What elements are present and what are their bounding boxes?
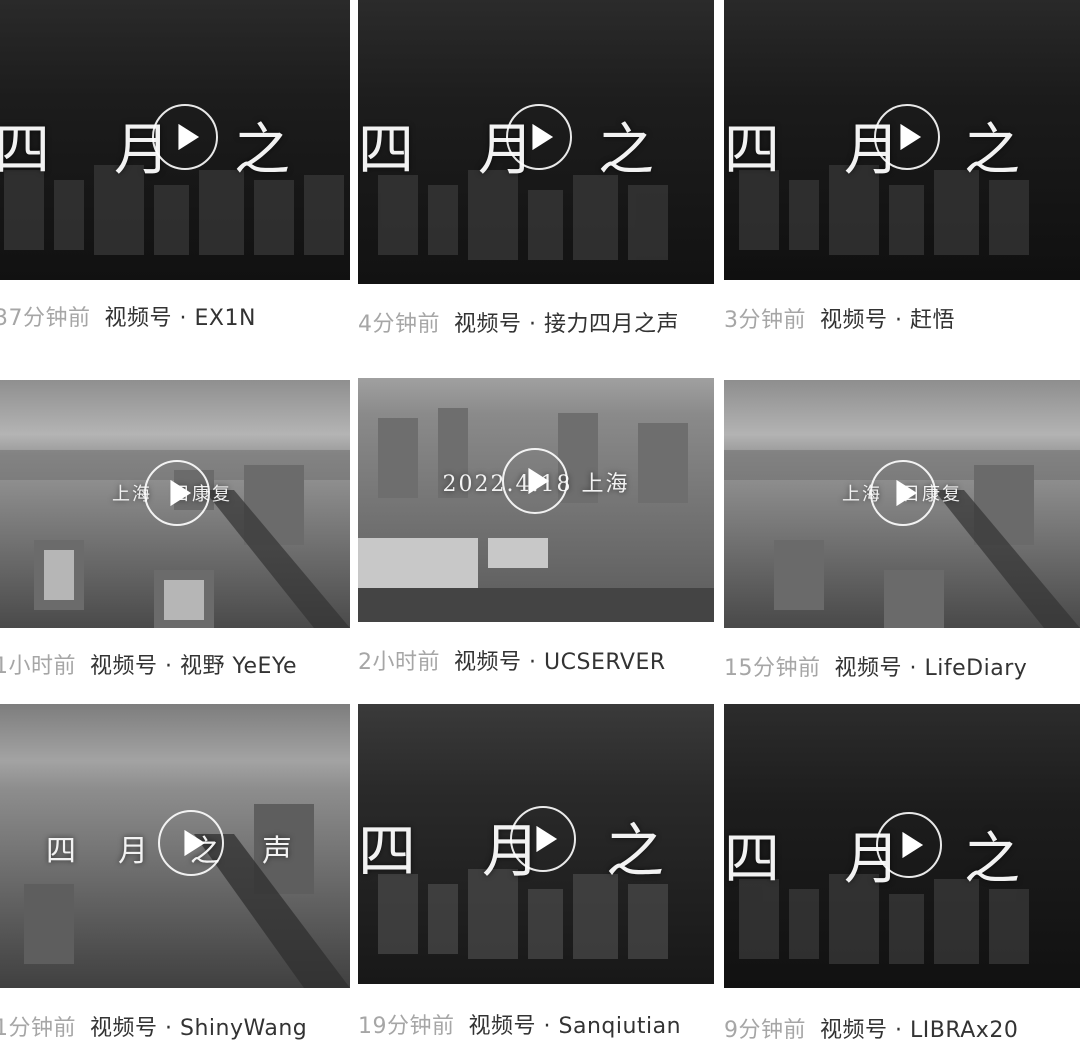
video-thumbnail[interactable]: 上海 日康复 bbox=[0, 380, 350, 628]
channel-source[interactable]: 视频号 bbox=[105, 306, 173, 331]
play-button[interactable] bbox=[510, 806, 576, 872]
video-card[interactable]: 2022.4.18 上海 2小时前 视频号 · UCSERVER bbox=[358, 378, 714, 723]
meta-separator: · bbox=[529, 312, 537, 337]
meta-separator: · bbox=[909, 656, 918, 681]
channel-source[interactable]: 视频号 bbox=[469, 1014, 537, 1039]
video-card[interactable]: 四 月 之 声 37分钟前视频号 · EX1N bbox=[0, 0, 350, 345]
play-button[interactable] bbox=[874, 104, 940, 170]
video-card[interactable]: 四 月 之 声 3分钟前视频号 · 赶悟 bbox=[724, 0, 1080, 345]
video-thumbnail[interactable]: 四 月 之 声 bbox=[724, 704, 1080, 988]
author-name[interactable]: 赶悟 bbox=[910, 308, 955, 333]
author-name[interactable]: EX1N bbox=[195, 306, 256, 331]
channel-source[interactable]: 视频号 bbox=[90, 1016, 158, 1041]
post-time: 4分钟前 bbox=[358, 312, 440, 337]
play-button[interactable] bbox=[158, 810, 224, 876]
video-card[interactable]: 四 月 之 声 9分钟前视频号 · LIBRAx20 bbox=[724, 704, 1080, 1049]
author-name[interactable]: LIBRAx20 bbox=[910, 1018, 1018, 1043]
meta-separator: · bbox=[179, 306, 188, 331]
channel-source[interactable]: 视频号 bbox=[90, 654, 158, 679]
video-meta: 2小时前 视频号 · UCSERVER bbox=[358, 644, 666, 676]
channel-source[interactable]: 视频号 bbox=[835, 656, 903, 681]
channel-source[interactable]: 视频号 bbox=[454, 312, 522, 337]
video-thumbnail[interactable]: 四 月 之 声 bbox=[358, 704, 714, 984]
author-name[interactable]: UCSERVER bbox=[544, 650, 666, 675]
play-button[interactable] bbox=[870, 460, 936, 526]
meta-separator: · bbox=[165, 1016, 173, 1041]
post-time: 1分钟前 bbox=[0, 1016, 76, 1041]
play-icon bbox=[184, 829, 206, 857]
video-feed-grid: 四 月 之 声 37分钟前视频号 · EX1N bbox=[0, 0, 1080, 1049]
post-time: 19分钟前 bbox=[358, 1014, 455, 1039]
play-button[interactable] bbox=[152, 104, 218, 170]
author-name[interactable]: 接力四月之声 bbox=[544, 312, 679, 337]
play-icon bbox=[170, 479, 192, 507]
channel-source[interactable]: 视频号 bbox=[454, 650, 522, 675]
channel-source[interactable]: 视频号 bbox=[820, 1018, 888, 1043]
play-icon bbox=[178, 123, 200, 151]
play-button[interactable] bbox=[144, 460, 210, 526]
post-time: 15分钟前 bbox=[724, 656, 821, 681]
video-thumbnail[interactable]: 上海 日康复 bbox=[724, 380, 1080, 628]
video-meta: 19分钟前 视频号 · Sanqiutian bbox=[358, 1008, 681, 1040]
video-meta: 15分钟前 视频号 · LifeDiary bbox=[724, 650, 1027, 682]
play-button[interactable] bbox=[876, 812, 942, 878]
video-thumbnail[interactable]: 四 月 之 声 bbox=[358, 0, 714, 284]
play-button[interactable] bbox=[506, 104, 572, 170]
post-time: 1小时前 bbox=[0, 654, 76, 679]
post-time: 3分钟前 bbox=[724, 308, 806, 333]
video-card[interactable]: 上海 日康复 1小时前 视频号 · 视野 YeEYe bbox=[0, 380, 350, 725]
meta-separator: · bbox=[165, 654, 173, 679]
video-meta: 4分钟前 视频号 · 接力四月之声 bbox=[358, 306, 679, 338]
video-meta: 1分钟前 视频号 · ShinyWang bbox=[0, 1010, 307, 1042]
author-name[interactable]: 视野 YeEYe bbox=[180, 654, 297, 679]
video-thumbnail[interactable]: 四 月 之 声 bbox=[724, 0, 1080, 280]
post-time: 9分钟前 bbox=[724, 1018, 806, 1043]
meta-separator: · bbox=[895, 1018, 903, 1043]
video-meta: 9分钟前 视频号 · LIBRAx20 bbox=[724, 1012, 1018, 1044]
author-name[interactable]: LifeDiary bbox=[925, 656, 1028, 681]
play-icon bbox=[532, 123, 554, 151]
author-name[interactable]: ShinyWang bbox=[180, 1016, 307, 1041]
video-thumbnail[interactable]: 四 月 之 声 bbox=[0, 704, 350, 988]
meta-separator: · bbox=[543, 1014, 552, 1039]
video-card[interactable]: 四 月 之 声 4分钟前视频号 · 接力四月之声 bbox=[358, 0, 714, 345]
video-thumbnail[interactable]: 2022.4.18 上海 bbox=[358, 378, 714, 622]
play-icon bbox=[536, 825, 558, 853]
meta-separator: · bbox=[529, 650, 537, 675]
play-icon bbox=[896, 479, 918, 507]
video-card[interactable]: 四 月 之 声 1分钟前 视频号 · ShinyWang bbox=[0, 704, 350, 1049]
video-thumbnail[interactable]: 四 月 之 声 bbox=[0, 0, 350, 280]
meta-separator: · bbox=[895, 308, 903, 333]
channel-source[interactable]: 视频号 bbox=[820, 308, 888, 333]
video-meta: 1小时前 视频号 · 视野 YeEYe bbox=[0, 648, 297, 680]
video-meta: 3分钟前 视频号 · 赶悟 bbox=[724, 302, 955, 334]
video-meta: 37分钟前 视频号 · EX1N bbox=[0, 300, 256, 332]
author-name[interactable]: Sanqiutian bbox=[559, 1014, 682, 1039]
play-icon bbox=[528, 467, 550, 495]
video-card[interactable]: 四 月 之 声 19分钟前视频号 · Sanqiutian bbox=[358, 704, 714, 1049]
play-icon bbox=[900, 123, 922, 151]
video-card[interactable]: 上海 日康复 15分钟前 视频号 · LifeDiary bbox=[724, 380, 1080, 725]
play-icon bbox=[902, 831, 924, 859]
post-time: 2小时前 bbox=[358, 650, 440, 675]
play-button[interactable] bbox=[502, 448, 568, 514]
post-time: 37分钟前 bbox=[0, 306, 91, 331]
